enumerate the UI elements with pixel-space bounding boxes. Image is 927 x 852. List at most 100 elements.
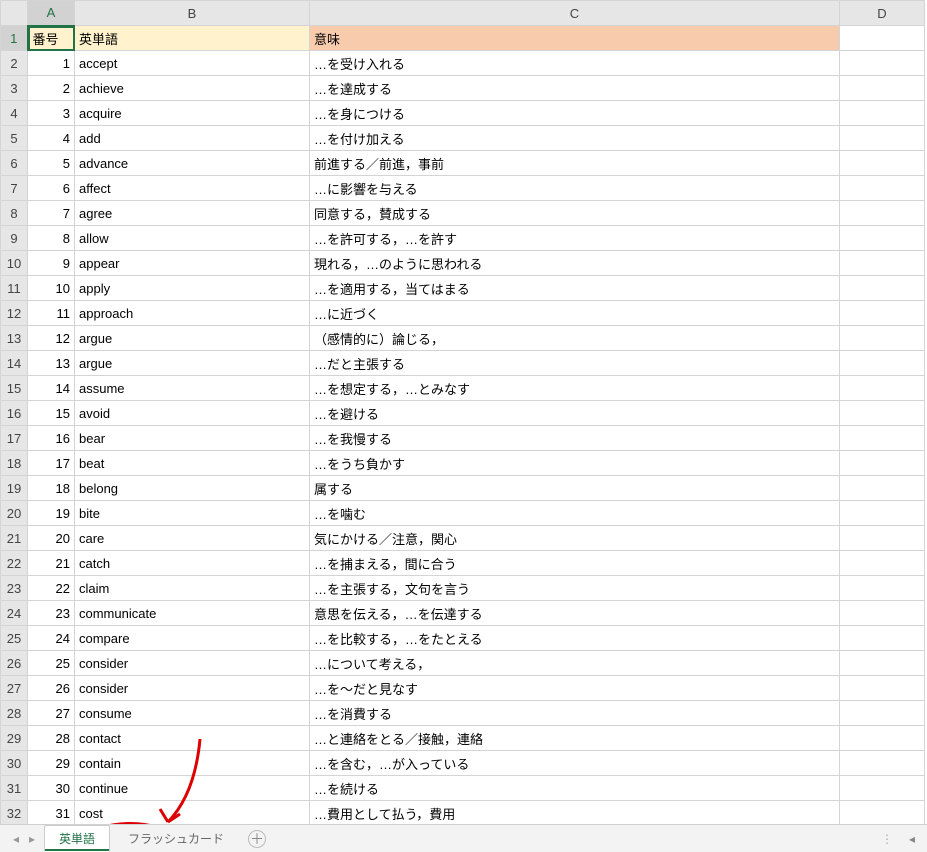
cell-word[interactable]: contact: [75, 726, 310, 751]
row-header[interactable]: 17: [1, 426, 28, 451]
cell-number[interactable]: 27: [28, 701, 75, 726]
cell-B1[interactable]: 英単語: [75, 26, 310, 51]
column-header-C[interactable]: C: [310, 1, 840, 26]
cell-meaning[interactable]: …を想定する，…とみなす: [310, 376, 840, 401]
cell-number[interactable]: 1: [28, 51, 75, 76]
cell-number[interactable]: 13: [28, 351, 75, 376]
cell-number[interactable]: 5: [28, 151, 75, 176]
horizontal-scroll-left-icon[interactable]: ◂: [905, 832, 919, 846]
select-all-corner[interactable]: [1, 1, 28, 26]
cell-empty[interactable]: [840, 401, 925, 426]
cell-empty[interactable]: [840, 326, 925, 351]
cell-empty[interactable]: [840, 376, 925, 401]
cell-number[interactable]: 31: [28, 801, 75, 826]
cell-word[interactable]: achieve: [75, 76, 310, 101]
cell-word[interactable]: bite: [75, 501, 310, 526]
cell-empty[interactable]: [840, 451, 925, 476]
row-header[interactable]: 3: [1, 76, 28, 101]
row-header[interactable]: 19: [1, 476, 28, 501]
cell-word[interactable]: argue: [75, 326, 310, 351]
cell-empty[interactable]: [840, 751, 925, 776]
cell-meaning[interactable]: 属する: [310, 476, 840, 501]
cell-word[interactable]: bear: [75, 426, 310, 451]
cell-word[interactable]: accept: [75, 51, 310, 76]
cell-word[interactable]: affect: [75, 176, 310, 201]
cell-number[interactable]: 23: [28, 601, 75, 626]
cell-word[interactable]: avoid: [75, 401, 310, 426]
cell-empty[interactable]: [840, 576, 925, 601]
cell-meaning[interactable]: 同意する，賛成する: [310, 201, 840, 226]
cell-word[interactable]: communicate: [75, 601, 310, 626]
cell-meaning[interactable]: …を捕まえる，間に合う: [310, 551, 840, 576]
spreadsheet-grid[interactable]: A B C D 1 番号 英単語 意味 21accept…を受け入れる32ach…: [0, 0, 925, 826]
cell-number[interactable]: 18: [28, 476, 75, 501]
cell-empty[interactable]: [840, 276, 925, 301]
cell-meaning[interactable]: 意思を伝える，…を伝達する: [310, 601, 840, 626]
cell-meaning[interactable]: …を付け加える: [310, 126, 840, 151]
cell-word[interactable]: contain: [75, 751, 310, 776]
cell-empty[interactable]: [840, 501, 925, 526]
cell-meaning[interactable]: …を含む，…が入っている: [310, 751, 840, 776]
cell-meaning[interactable]: …をうち負かす: [310, 451, 840, 476]
cell-number[interactable]: 4: [28, 126, 75, 151]
cell-word[interactable]: allow: [75, 226, 310, 251]
cell-number[interactable]: 10: [28, 276, 75, 301]
cell-meaning[interactable]: …に影響を与える: [310, 176, 840, 201]
row-header[interactable]: 27: [1, 676, 28, 701]
row-header[interactable]: 32: [1, 801, 28, 826]
cell-word[interactable]: advance: [75, 151, 310, 176]
cell-word[interactable]: compare: [75, 626, 310, 651]
row-header[interactable]: 11: [1, 276, 28, 301]
cell-meaning[interactable]: …費用として払う，費用: [310, 801, 840, 826]
cell-word[interactable]: claim: [75, 576, 310, 601]
cell-word[interactable]: apply: [75, 276, 310, 301]
cell-empty[interactable]: [840, 251, 925, 276]
cell-meaning[interactable]: …を身につける: [310, 101, 840, 126]
cell-word[interactable]: consider: [75, 651, 310, 676]
cell-number[interactable]: 11: [28, 301, 75, 326]
cell-empty[interactable]: [840, 51, 925, 76]
cell-word[interactable]: consume: [75, 701, 310, 726]
cell-meaning[interactable]: …と連絡をとる／接触，連絡: [310, 726, 840, 751]
row-header[interactable]: 28: [1, 701, 28, 726]
cell-meaning[interactable]: 現れる，…のように思われる: [310, 251, 840, 276]
cell-number[interactable]: 30: [28, 776, 75, 801]
cell-empty[interactable]: [840, 151, 925, 176]
row-header[interactable]: 23: [1, 576, 28, 601]
cell-number[interactable]: 2: [28, 76, 75, 101]
cell-meaning[interactable]: …を許可する，…を許す: [310, 226, 840, 251]
cell-D1[interactable]: [840, 26, 925, 51]
cell-word[interactable]: assume: [75, 376, 310, 401]
cell-meaning[interactable]: …を消費する: [310, 701, 840, 726]
cell-number[interactable]: 26: [28, 676, 75, 701]
cell-empty[interactable]: [840, 426, 925, 451]
row-header[interactable]: 22: [1, 551, 28, 576]
cell-word[interactable]: add: [75, 126, 310, 151]
cell-empty[interactable]: [840, 176, 925, 201]
row-header[interactable]: 6: [1, 151, 28, 176]
cell-number[interactable]: 22: [28, 576, 75, 601]
sheet-tab-second[interactable]: フラッシュカード: [114, 826, 238, 851]
cell-number[interactable]: 12: [28, 326, 75, 351]
cell-word[interactable]: catch: [75, 551, 310, 576]
cell-meaning[interactable]: …を～だと見なす: [310, 676, 840, 701]
cell-empty[interactable]: [840, 76, 925, 101]
cell-A1[interactable]: 番号: [28, 26, 75, 51]
cell-meaning[interactable]: …を受け入れる: [310, 51, 840, 76]
row-header[interactable]: 9: [1, 226, 28, 251]
cell-C1[interactable]: 意味: [310, 26, 840, 51]
cell-meaning[interactable]: 前進する／前進，事前: [310, 151, 840, 176]
cell-word[interactable]: acquire: [75, 101, 310, 126]
column-header-A[interactable]: A: [28, 1, 75, 26]
tab-nav-prev-icon[interactable]: ◂: [8, 832, 24, 846]
row-header[interactable]: 7: [1, 176, 28, 201]
row-header[interactable]: 18: [1, 451, 28, 476]
cell-empty[interactable]: [840, 351, 925, 376]
row-header[interactable]: 15: [1, 376, 28, 401]
cell-number[interactable]: 8: [28, 226, 75, 251]
cell-meaning[interactable]: …を続ける: [310, 776, 840, 801]
cell-number[interactable]: 28: [28, 726, 75, 751]
cell-meaning[interactable]: …に近づく: [310, 301, 840, 326]
cell-word[interactable]: belong: [75, 476, 310, 501]
row-header[interactable]: 26: [1, 651, 28, 676]
